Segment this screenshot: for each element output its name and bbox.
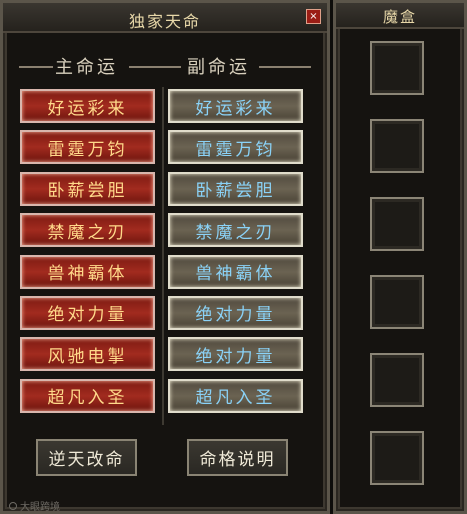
title-bar[interactable]: 独家天命 ×	[3, 3, 327, 33]
main-fate-button[interactable]: 雷霆万钧	[20, 130, 155, 165]
window-title: 独家天命	[128, 12, 201, 31]
magic-box-title-bar[interactable]: 魔盒	[336, 3, 464, 29]
magic-box-slot[interactable]	[370, 353, 424, 407]
main-fate-header: 主命运	[55, 57, 118, 78]
magic-box-slot[interactable]	[370, 197, 424, 251]
magic-box-title: 魔盒	[382, 8, 417, 26]
header-rule-mid	[129, 66, 181, 68]
secondary-fate-button[interactable]: 超凡入圣	[168, 378, 303, 413]
main-fate-button[interactable]: 好运彩来	[20, 89, 155, 123]
secondary-fate-button[interactable]: 绝对力量	[168, 337, 303, 372]
main-fate-button[interactable]: 禁魔之刃	[20, 213, 155, 248]
secondary-fate-button[interactable]: 禁魔之刃	[168, 213, 303, 248]
reroll-fate-button[interactable]: 逆天改命	[36, 439, 137, 476]
watermark-icon	[9, 502, 17, 510]
fate-window: 独家天命 × 主命运 副命运 好运彩来 雷霆万钧 卧薪尝胆 禁魔之刃 兽神霸体 …	[0, 0, 330, 514]
magic-box-panel: 魔盒	[333, 0, 467, 514]
magic-box-slot[interactable]	[370, 431, 424, 485]
watermark: 大眼跨境	[9, 498, 60, 513]
header-rule-right	[259, 66, 311, 68]
main-fate-button[interactable]: 兽神霸体	[20, 254, 155, 289]
column-divider	[162, 87, 164, 425]
secondary-fate-button[interactable]: 雷霆万钧	[168, 130, 303, 165]
secondary-fate-button[interactable]: 卧薪尝胆	[168, 171, 303, 206]
secondary-fate-header: 副命运	[187, 57, 250, 78]
main-fate-button[interactable]: 卧薪尝胆	[20, 171, 155, 206]
header-rule-left	[19, 66, 53, 68]
fate-help-button[interactable]: 命格说明	[187, 439, 288, 476]
secondary-fate-button[interactable]: 绝对力量	[168, 295, 303, 330]
main-fate-button[interactable]: 绝对力量	[20, 295, 155, 330]
watermark-text: 大眼跨境	[20, 502, 60, 513]
secondary-fate-list: 好运彩来 雷霆万钧 卧薪尝胆 禁魔之刃 兽神霸体 绝对力量 绝对力量 超凡入圣	[168, 89, 303, 420]
main-fate-list: 好运彩来 雷霆万钧 卧薪尝胆 禁魔之刃 兽神霸体 绝对力量 风驰电掣 超凡入圣	[20, 89, 155, 420]
magic-box-slot[interactable]	[370, 41, 424, 95]
main-fate-button[interactable]: 风驰电掣	[20, 337, 155, 372]
magic-box-slot[interactable]	[370, 119, 424, 173]
magic-box-slot[interactable]	[370, 275, 424, 329]
secondary-fate-button[interactable]: 好运彩来	[168, 89, 303, 123]
secondary-fate-button[interactable]: 兽神霸体	[168, 254, 303, 289]
main-fate-button[interactable]: 超凡入圣	[20, 378, 155, 413]
close-button[interactable]: ×	[306, 9, 321, 24]
